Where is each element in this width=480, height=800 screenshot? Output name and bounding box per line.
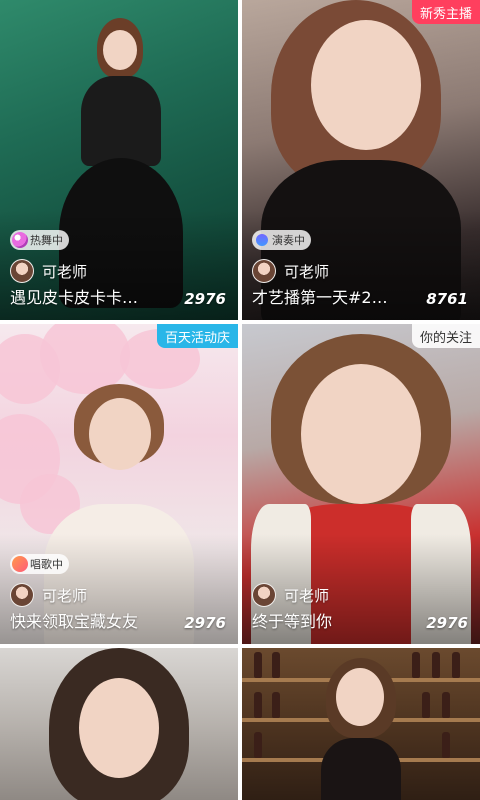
viewer-count: 8761	[426, 290, 468, 308]
host-name: 可老师	[42, 262, 88, 281]
live-status-badge: 唱歌中	[10, 554, 69, 574]
viewer-count: 2976	[184, 290, 226, 308]
stream-cover-image	[242, 648, 480, 800]
live-card[interactable]	[242, 648, 480, 800]
stream-title: 终于等到你	[252, 612, 333, 631]
live-card[interactable]	[0, 648, 238, 800]
stream-title: 遇见皮卡皮卡卡…	[10, 288, 139, 307]
host-info: 可老师	[252, 259, 329, 283]
stream-title: 才艺播第一天#2…	[252, 288, 388, 307]
live-card[interactable]: 百天活动庆 唱歌中 可老师 快来领取宝藏女友 2976	[0, 324, 238, 644]
new-host-tag: 新秀主播	[411, 0, 480, 24]
host-avatar	[252, 259, 276, 283]
live-card[interactable]: 新秀主播 演奏中 可老师 才艺播第一天#2… 8761	[242, 0, 480, 320]
microphone-icon	[12, 556, 28, 572]
host-info: 可老师	[10, 583, 87, 607]
instrument-icon	[253, 231, 271, 249]
live-card[interactable]: 你的关注 可老师 终于等到你 2976	[242, 324, 480, 644]
live-status-badge: 热舞中	[10, 230, 69, 250]
host-avatar	[10, 583, 34, 607]
live-status-text: 唱歌中	[30, 558, 63, 571]
live-stream-grid: 热舞中 可老师 遇见皮卡皮卡卡… 2976 新秀主播 演奏中 可老师 才艺播第一…	[0, 0, 480, 800]
live-card[interactable]: 热舞中 可老师 遇见皮卡皮卡卡… 2976	[0, 0, 238, 320]
live-status-badge: 演奏中	[252, 230, 311, 250]
viewer-count: 2976	[184, 614, 226, 632]
stream-title: 快来领取宝藏女友	[10, 612, 139, 631]
host-info: 可老师	[252, 583, 329, 607]
host-avatar	[10, 259, 34, 283]
live-status-text: 热舞中	[30, 234, 63, 247]
viewer-count: 2976	[426, 614, 468, 632]
host-name: 可老师	[284, 586, 330, 605]
live-status-text: 演奏中	[272, 234, 305, 247]
host-info: 可老师	[10, 259, 87, 283]
host-avatar	[252, 583, 276, 607]
following-tag: 你的关注	[411, 324, 480, 348]
event-tag: 百天活动庆	[156, 324, 238, 348]
dance-icon	[12, 232, 28, 248]
host-name: 可老师	[42, 586, 88, 605]
host-name: 可老师	[284, 262, 330, 281]
stream-cover-image	[0, 648, 238, 800]
